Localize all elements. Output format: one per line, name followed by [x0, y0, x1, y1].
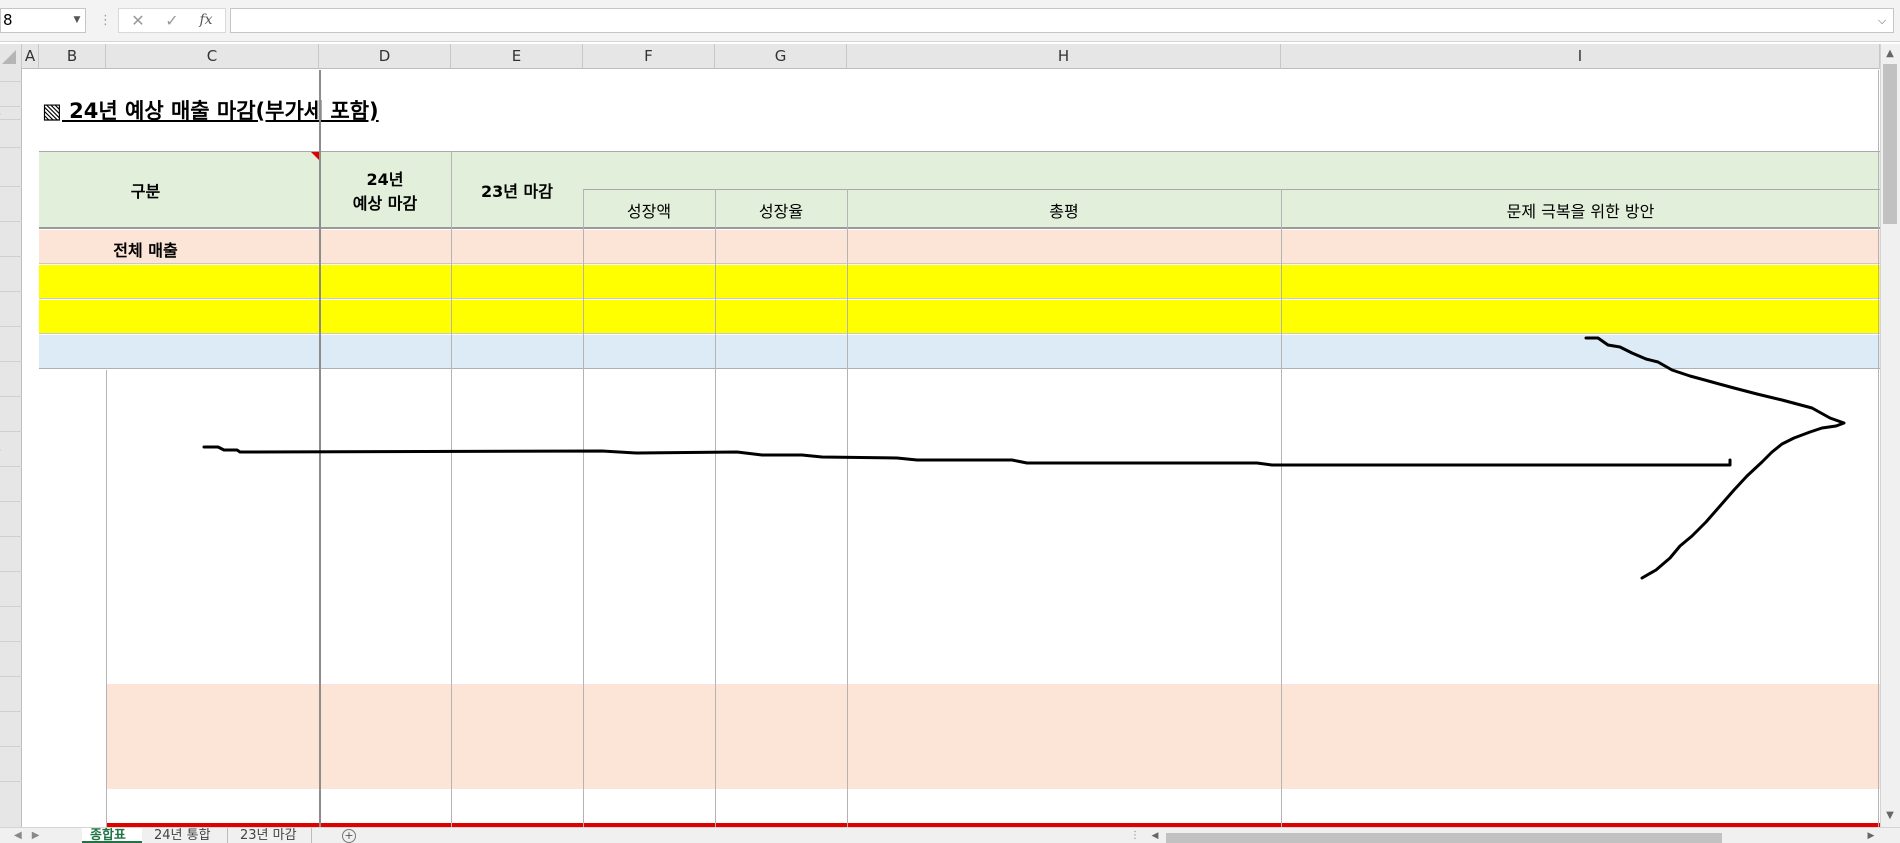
column-header-b[interactable]: B — [39, 44, 106, 69]
sheet-tab-23-close[interactable]: 23년 마감 — [232, 828, 312, 843]
row-header[interactable]: 8 — [0, 572, 22, 607]
row-header[interactable]: 4 — [0, 432, 22, 467]
row-header[interactable]: 2 — [0, 69, 22, 82]
formula-input[interactable] — [230, 8, 1894, 33]
name-box-dropdown-icon[interactable]: ▼ — [70, 8, 84, 33]
sheet-tab-summary[interactable]: 종합표 — [82, 828, 142, 843]
scroll-up-icon[interactable]: ▲ — [1880, 44, 1900, 64]
column-header-d[interactable]: D — [319, 44, 451, 69]
column-header-f[interactable]: F — [583, 44, 715, 69]
scroll-down-icon[interactable]: ▼ — [1880, 806, 1900, 826]
row-header[interactable]: 0 — [0, 292, 22, 327]
row-header[interactable]: 8 — [0, 222, 22, 257]
column-header-h[interactable]: H — [847, 44, 1281, 69]
row-header[interactable]: 9 — [0, 607, 22, 642]
row-header[interactable]: 3 — [0, 82, 22, 107]
column-header-c[interactable]: C — [106, 44, 319, 69]
column-header-g[interactable]: G — [715, 44, 847, 69]
scroll-right-icon[interactable]: ▶ — [1864, 830, 1878, 843]
split-handle-icon[interactable]: ⋮ — [1128, 829, 1142, 842]
row-header[interactable]: 6 — [0, 148, 22, 187]
select-all-triangle-icon[interactable] — [2, 50, 16, 64]
row-header[interactable]: 0 — [0, 642, 22, 677]
sheet-tab-24-integrated[interactable]: 24년 통합 — [146, 828, 228, 843]
row-header[interactable]: 7 — [0, 537, 22, 572]
column-header-a[interactable]: A — [22, 44, 39, 69]
row-header[interactable]: 2 — [0, 712, 22, 747]
cancel-icon[interactable]: ✕ — [123, 9, 153, 32]
horizontal-scroll-thumb[interactable] — [1166, 833, 1722, 843]
row-header-bar: 2 3 4 5 6 7 8 9 0 1 2 3 4 5 6 7 8 9 0 1 … — [0, 69, 22, 829]
vertical-scroll-thumb[interactable] — [1883, 64, 1897, 224]
row-header[interactable]: 3 — [0, 747, 22, 782]
row-header[interactable]: 5 — [0, 120, 22, 148]
column-header-i[interactable]: I — [1281, 44, 1880, 69]
row-header[interactable]: 1 — [0, 677, 22, 712]
row-header[interactable]: 2 — [0, 362, 22, 397]
expand-formula-bar-icon[interactable]: ⌵ — [1872, 8, 1892, 33]
row-header[interactable]: 7 — [0, 187, 22, 222]
add-sheet-icon[interactable]: + — [342, 829, 356, 843]
row-header[interactable]: 4 — [0, 107, 22, 120]
formula-bar-buttons: ✕ ✓ fx — [118, 8, 226, 33]
scroll-left-icon[interactable]: ◀ — [1148, 830, 1162, 843]
enter-icon[interactable]: ✓ — [157, 9, 187, 32]
row-header[interactable]: 5 — [0, 467, 22, 502]
row-header[interactable]: 9 — [0, 257, 22, 292]
tab-scroll-arrows-icon[interactable]: ◀▶ — [0, 828, 60, 843]
hand-drawn-arrow — [202, 336, 1846, 580]
column-header-e[interactable]: E — [451, 44, 583, 69]
formula-bar-handle-icon[interactable]: ⋮ — [99, 11, 112, 31]
row-header[interactable]: 3 — [0, 397, 22, 432]
row-header[interactable]: 6 — [0, 502, 22, 537]
row-header[interactable]: 1 — [0, 327, 22, 362]
insert-function-icon[interactable]: fx — [191, 9, 221, 32]
worksheet-grid[interactable]: ▧ 24년 예상 매출 마감(부가세 포함) 구분 24년 예상 마감 23년 … — [22, 70, 1880, 827]
